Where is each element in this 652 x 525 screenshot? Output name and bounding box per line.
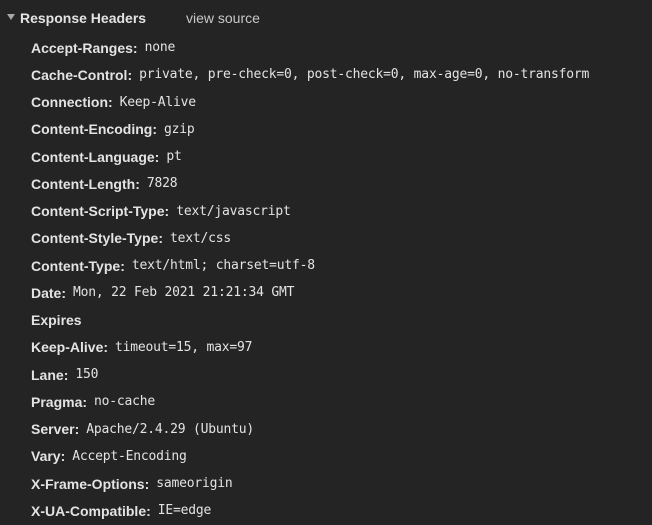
header-colon: : xyxy=(63,366,69,383)
header-row: Pragma: no-cache xyxy=(0,388,652,415)
header-colon: : xyxy=(127,66,133,83)
header-row: Server: Apache/2.4.29 (Ubuntu) xyxy=(0,416,652,443)
header-name: Cache-Control xyxy=(31,66,128,83)
header-row: X-UA-Compatible: IE=edge xyxy=(0,497,652,524)
header-value: private, pre-check=0, post-check=0, max-… xyxy=(139,67,590,83)
header-colon: : xyxy=(61,284,67,301)
header-name: Date xyxy=(31,284,62,301)
header-name: Vary xyxy=(31,448,61,465)
view-source-link[interactable]: view source xyxy=(186,9,260,27)
section-title[interactable]: Response Headers xyxy=(20,9,146,27)
header-colon: : xyxy=(132,39,138,56)
header-value: IE=edge xyxy=(157,503,212,519)
header-row: Vary: Accept-Encoding xyxy=(0,443,652,470)
header-row: Connection: Keep-Alive xyxy=(0,89,652,116)
header-value: no-cache xyxy=(94,394,156,410)
header-value: text/html; charset=utf-8 xyxy=(131,258,315,274)
header-value: Mon, 22 Feb 2021 21:21:34 GMT xyxy=(73,285,295,301)
header-colon: : xyxy=(82,393,88,410)
header-row: X-Frame-Options: sameorigin xyxy=(0,470,652,497)
header-row: Keep-Alive: timeout=15, max=97 xyxy=(0,334,652,361)
header-name: Content-Style-Type xyxy=(31,230,159,247)
header-name: Lane xyxy=(31,366,64,383)
header-row: Content-Script-Type: text/javascript xyxy=(0,198,652,225)
header-colon: : xyxy=(108,94,113,111)
header-row: Date: Mon, 22 Feb 2021 21:21:34 GMT xyxy=(0,279,652,306)
header-value: gzip xyxy=(163,121,195,137)
header-value: Accept-Encoding xyxy=(72,448,187,464)
header-row: Cache-Control: private, pre-check=0, post… xyxy=(0,61,652,88)
header-name: Content-Length xyxy=(31,175,136,192)
header-name: Accept-Ranges xyxy=(31,39,133,56)
header-row: Accept-Ranges: none xyxy=(0,34,652,61)
triangle-down-icon[interactable] xyxy=(7,14,15,20)
header-colon: : xyxy=(158,230,163,247)
header-value: Keep-Alive xyxy=(119,94,196,110)
header-colon: : xyxy=(135,175,140,192)
header-colon: : xyxy=(144,475,150,492)
header-name: Connection xyxy=(31,94,108,111)
header-value: pt xyxy=(166,149,182,165)
header-colon: : xyxy=(154,148,160,165)
header-value: sameorigin xyxy=(156,476,233,492)
header-row: Content-Type: text/html; charset=utf-8 xyxy=(0,252,652,279)
header-value: timeout=15, max=97 xyxy=(115,339,253,355)
header-colon: : xyxy=(60,448,66,465)
header-name: Content-Language xyxy=(31,148,155,165)
header-value: 150 xyxy=(75,367,99,383)
header-value: 7828 xyxy=(146,176,178,192)
header-row: Content-Encoding: gzip xyxy=(0,116,652,143)
header-row: Content-Style-Type: text/css xyxy=(0,225,652,252)
header-value: none xyxy=(144,40,176,56)
header-name: Keep-Alive xyxy=(31,339,104,356)
header-name: Content-Encoding xyxy=(31,121,153,138)
header-colon: : xyxy=(152,121,157,138)
response-headers-section-header[interactable]: Response Headers view source xyxy=(0,0,652,34)
header-name: X-UA-Compatible xyxy=(31,502,147,519)
header-colon: : xyxy=(120,257,125,274)
header-colon: : xyxy=(74,421,80,438)
header-name: Expires xyxy=(31,312,82,329)
header-name: Pragma xyxy=(31,393,83,410)
header-colon: : xyxy=(164,203,170,220)
response-headers-list: Accept-Ranges: none Cache-Control: private,… xyxy=(0,34,652,525)
header-row: Lane:150 xyxy=(0,361,652,388)
header-value: text/css xyxy=(169,230,231,246)
header-name: Server xyxy=(31,421,75,438)
header-name: X-Frame-Options xyxy=(31,475,145,492)
header-row: Expires xyxy=(0,307,652,334)
header-row: Content-Language: pt xyxy=(0,143,652,170)
header-colon: : xyxy=(103,339,109,356)
header-value: text/javascript xyxy=(176,203,291,219)
header-colon: : xyxy=(146,502,151,519)
header-name: Content-Script-Type xyxy=(31,203,165,220)
header-value: Apache/2.4.29 (Ubuntu) xyxy=(86,421,255,437)
header-row: Content-Length:7828 xyxy=(0,170,652,197)
header-name: Content-Type xyxy=(31,257,121,274)
